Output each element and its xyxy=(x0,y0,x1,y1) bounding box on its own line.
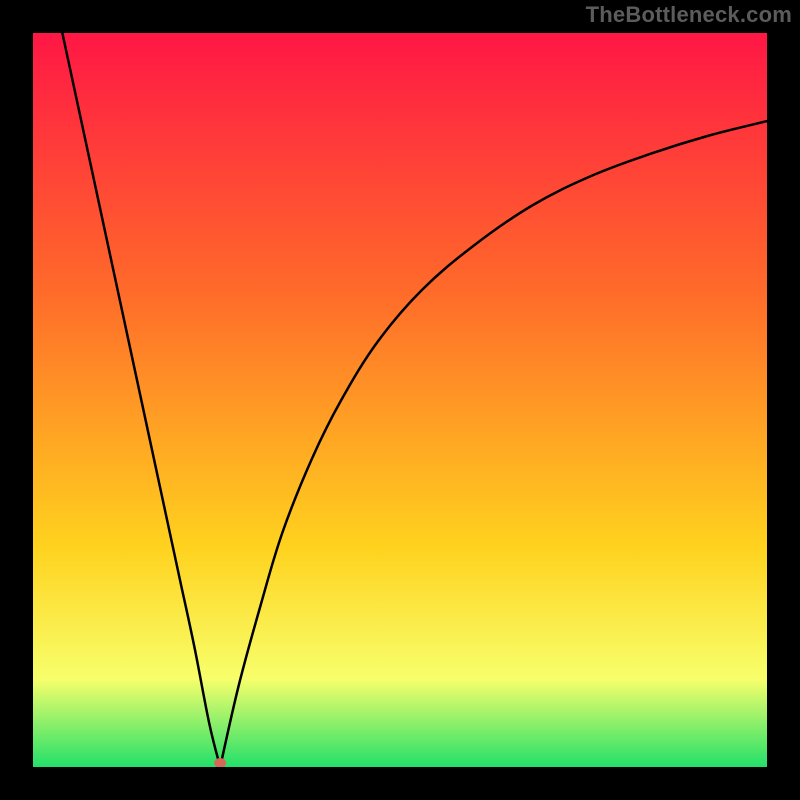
attribution-text: TheBottleneck.com xyxy=(586,2,792,28)
bottleneck-plot xyxy=(33,33,767,767)
chart-stage: TheBottleneck.com xyxy=(0,0,800,800)
plot-background xyxy=(33,33,767,767)
